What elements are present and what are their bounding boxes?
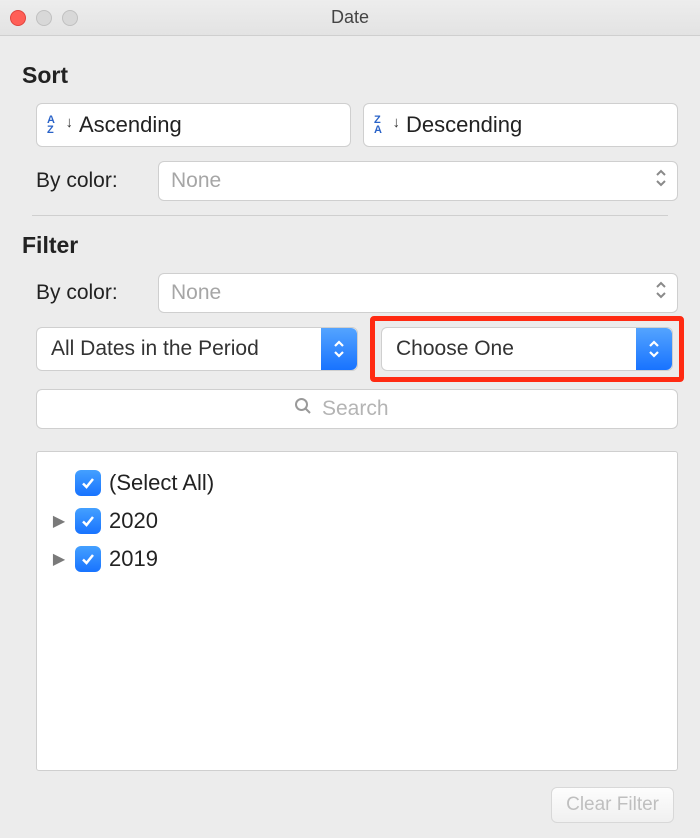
date-period-dropdown[interactable]: All Dates in the Period	[36, 327, 358, 371]
list-item-label: 2020	[109, 508, 158, 534]
filter-by-color-label: By color:	[36, 281, 146, 305]
window-title: Date	[0, 7, 700, 28]
disclosure-triangle-icon[interactable]: ▶	[51, 549, 67, 569]
chevron-updown-icon	[655, 281, 669, 305]
sort-section-label: Sort	[22, 62, 678, 89]
checkbox[interactable]	[75, 546, 101, 572]
sort-ascending-button[interactable]: AZ↓ Ascending	[36, 103, 351, 147]
list-item-select-all[interactable]: (Select All)	[51, 464, 663, 502]
sort-ascending-label: Ascending	[79, 112, 182, 138]
choose-one-value: Choose One	[396, 337, 514, 361]
choose-one-dropdown[interactable]: Choose One	[381, 327, 673, 371]
sort-by-color-value: None	[171, 169, 221, 193]
window-zoom-button[interactable]	[62, 10, 78, 26]
list-item-label: 2019	[109, 546, 158, 572]
search-box[interactable]	[36, 389, 678, 429]
window-close-button[interactable]	[10, 10, 26, 26]
select-all-label: (Select All)	[109, 470, 214, 496]
sort-descending-label: Descending	[406, 112, 522, 138]
window-minimize-button[interactable]	[36, 10, 52, 26]
search-input[interactable]	[320, 396, 420, 422]
filter-by-color-value: None	[171, 281, 221, 305]
sort-az-icon: AZ↓	[47, 115, 77, 135]
sort-za-icon: ZA↓	[374, 115, 404, 135]
clear-filter-button: Clear Filter	[551, 787, 674, 823]
chevron-updown-icon	[655, 169, 669, 193]
filter-by-color-select[interactable]: None	[158, 273, 678, 313]
clear-filter-label: Clear Filter	[566, 794, 659, 815]
sort-by-color-label: By color:	[36, 169, 146, 193]
chevron-updown-icon	[636, 328, 672, 370]
chevron-updown-icon	[321, 328, 357, 370]
highlight-annotation: Choose One	[370, 316, 684, 382]
sort-descending-button[interactable]: ZA↓ Descending	[363, 103, 678, 147]
date-period-value: All Dates in the Period	[51, 337, 259, 361]
sort-by-color-select[interactable]: None	[158, 161, 678, 201]
list-item[interactable]: ▶ 2020	[51, 502, 663, 540]
checkbox[interactable]	[75, 508, 101, 534]
filter-section-label: Filter	[22, 232, 678, 259]
filter-values-list[interactable]: (Select All) ▶ 2020 ▶ 2019	[36, 451, 678, 771]
divider	[32, 215, 668, 216]
checkbox-select-all[interactable]	[75, 470, 101, 496]
titlebar: Date	[0, 0, 700, 36]
disclosure-triangle-icon[interactable]: ▶	[51, 511, 67, 531]
search-icon	[294, 397, 312, 421]
list-item[interactable]: ▶ 2019	[51, 540, 663, 578]
